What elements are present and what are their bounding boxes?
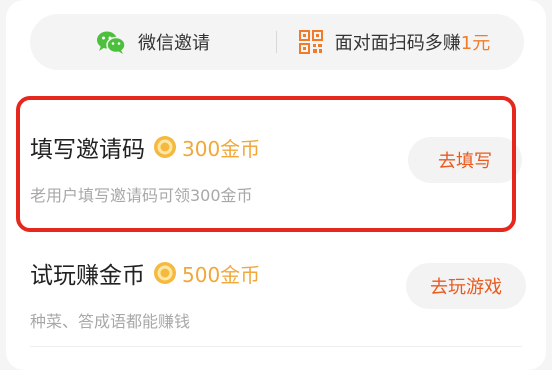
task-reward: 500金币 [182, 262, 261, 287]
row-divider [30, 346, 522, 347]
qr-invite-label: 面对面扫码多赚 [334, 33, 461, 54]
wechat-icon [96, 30, 126, 54]
wechat-invite-button[interactable]: 微信邀请 [30, 14, 276, 70]
task-title: 试玩赚金币 [30, 263, 145, 289]
qr-invite-button[interactable]: 面对面扫码多赚 1元 [277, 14, 524, 70]
coin-icon [153, 135, 177, 159]
play-games-button[interactable]: 去玩游戏 [406, 263, 526, 309]
qr-invite-bonus: 1元 [460, 33, 491, 54]
task-description: 老用户填写邀请码可领300金币 [30, 186, 253, 205]
task-description: 种菜、答成语都能赚钱 [30, 312, 191, 331]
wechat-invite-label: 微信邀请 [138, 33, 210, 54]
qr-code-icon [298, 30, 323, 54]
coin-icon [153, 261, 177, 285]
task-reward: 300金币 [182, 136, 261, 161]
fill-invite-code-button[interactable]: 去填写 [408, 137, 522, 183]
invite-bar: 微信邀请 面对面扫码多赚 1元 [30, 14, 524, 70]
page: 微信邀请 面对面扫码多赚 1元 填写邀请码 300金币 老用户填写邀请码可领30… [0, 0, 552, 370]
task-title: 填写邀请码 [30, 137, 145, 163]
